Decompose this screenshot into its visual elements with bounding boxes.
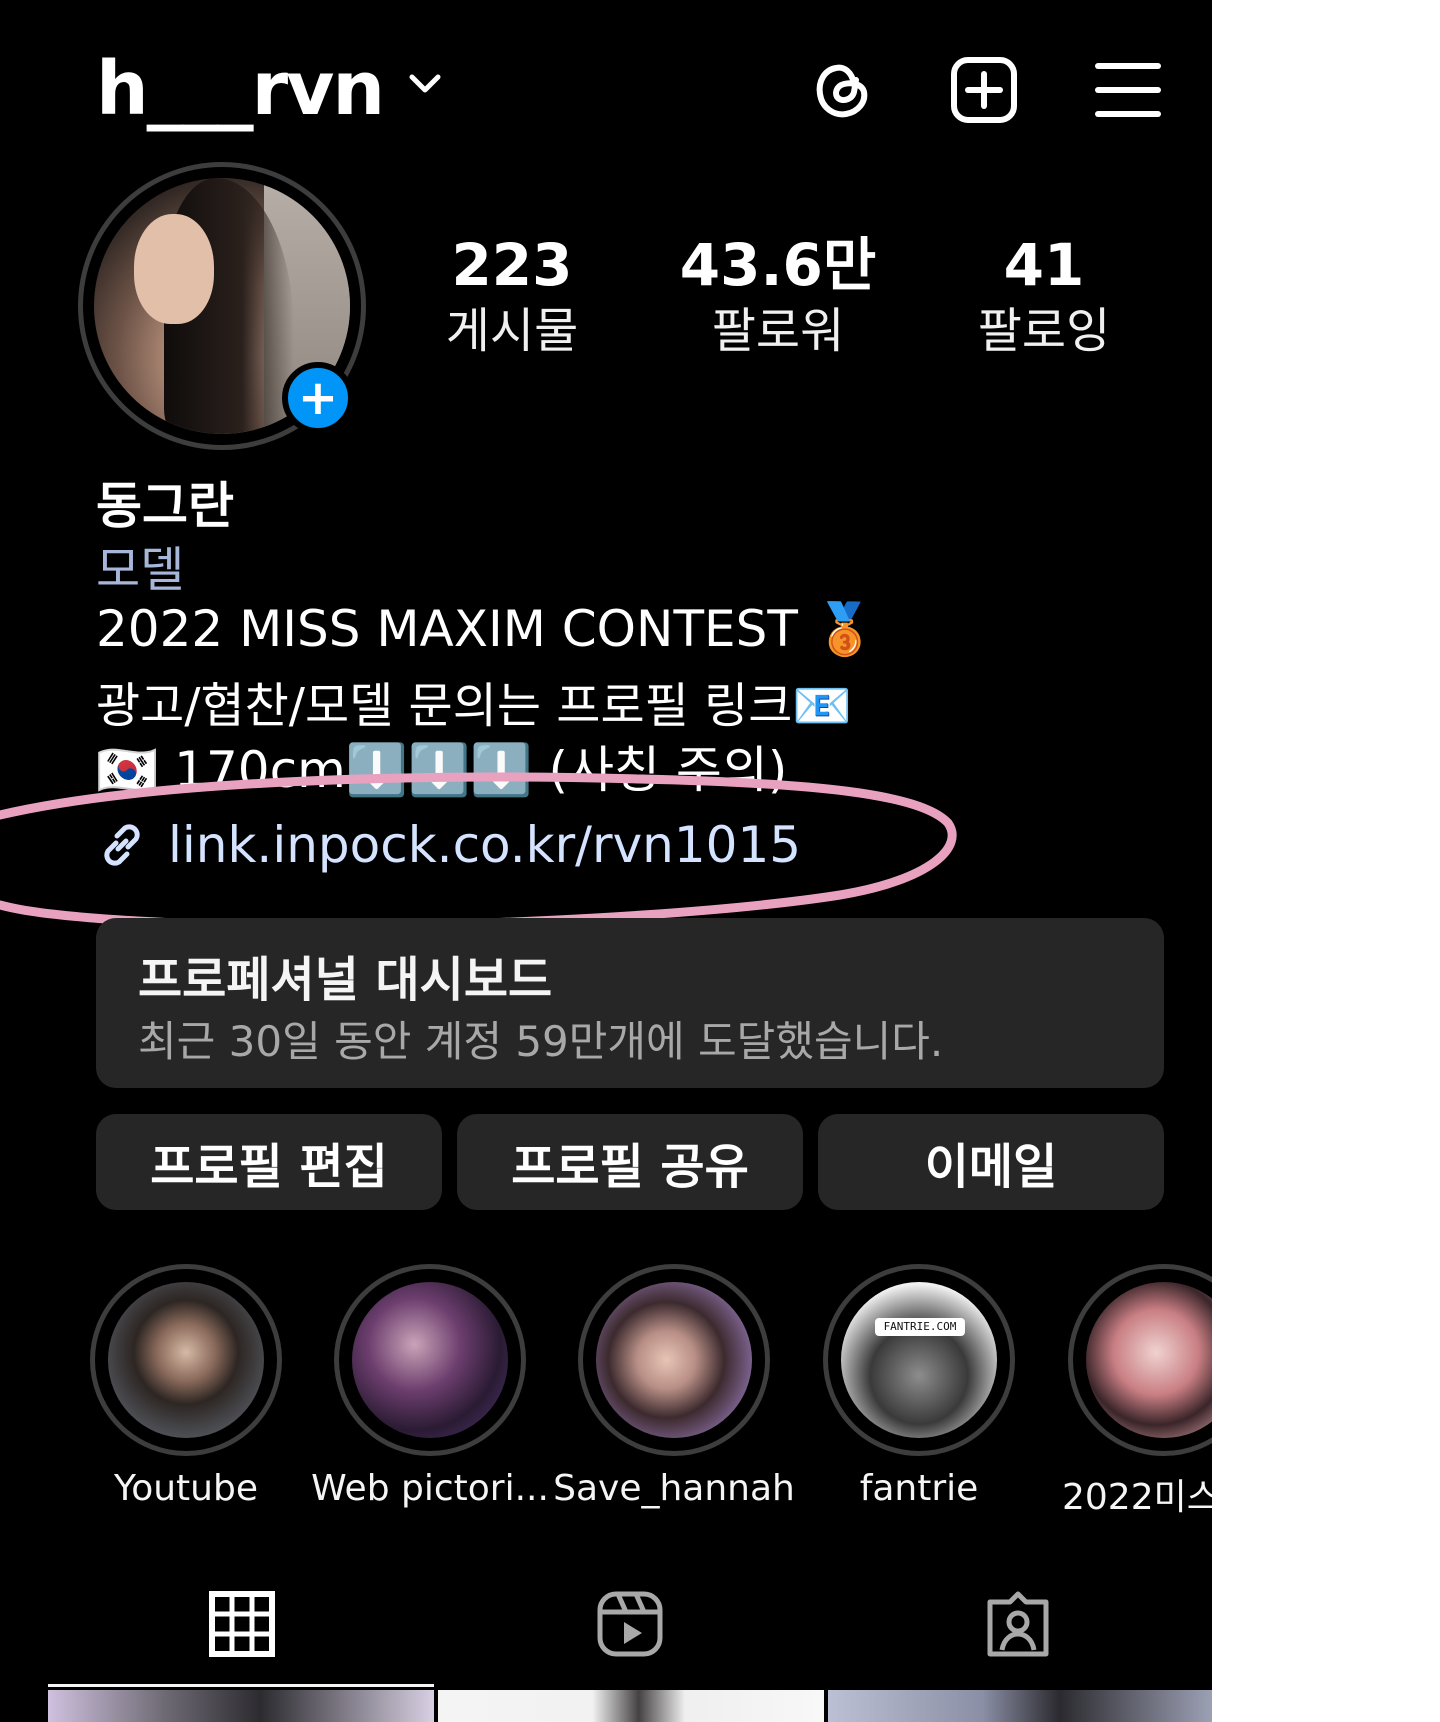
stat-posts[interactable]: 223 게시물 [392, 230, 632, 362]
dashboard-subtitle: 최근 30일 동안 계정 59만개에 도달했습니다. [138, 1017, 944, 1066]
stat-followers[interactable]: 43.6만 팔로워 [658, 230, 898, 362]
stat-following-label: 팔로잉 [977, 303, 1111, 359]
display-name: 동그란 [96, 477, 234, 535]
instagram-profile-screen: h___rvn + 223 게시물 43.6만 팔로워 41 팔로잉 동그란 모… [0, 0, 1212, 1722]
grid-tab-icon[interactable] [206, 1588, 278, 1660]
highlight-label: Save_hannah [553, 1468, 795, 1509]
add-post-icon[interactable] [948, 54, 1020, 126]
stat-following-count: 41 [1003, 231, 1085, 299]
stat-following[interactable]: 41 팔로잉 [924, 230, 1164, 362]
highlight-cover [108, 1282, 264, 1438]
bio-line: 광고/협찬/모델 문의는 프로필 링크📧 [96, 678, 853, 734]
highlight-label: 2022미스' [1062, 1477, 1212, 1518]
highlight-label: Youtube [114, 1468, 258, 1509]
account-username[interactable]: h___rvn [96, 46, 385, 132]
post-thumbnail[interactable] [438, 1690, 824, 1722]
chevron-down-icon[interactable] [408, 72, 442, 96]
professional-dashboard[interactable]: 프로페셔널 대시보드 최근 30일 동안 계정 59만개에 도달했습니다. [96, 918, 1164, 1088]
bio-line: 2022 MISS MAXIM CONTEST 🥉 [96, 600, 877, 658]
active-tab-indicator [48, 1684, 434, 1687]
email-button[interactable]: 이메일 [818, 1114, 1164, 1210]
highlight-label: fantrie [859, 1468, 979, 1509]
edit-profile-button[interactable]: 프로필 편집 [96, 1114, 442, 1210]
post-thumbnail[interactable] [48, 1690, 434, 1722]
add-story-button[interactable]: + [282, 362, 354, 434]
highlight-cover [596, 1282, 752, 1438]
profile-category: 모델 [96, 542, 185, 598]
stat-posts-label: 게시물 [445, 303, 579, 359]
stat-followers-label: 팔로워 [711, 303, 845, 359]
share-profile-button[interactable]: 프로필 공유 [457, 1114, 803, 1210]
highlight-cover: FANTRIE.COM [841, 1282, 997, 1438]
fantrie-badge: FANTRIE.COM [875, 1318, 965, 1336]
tagged-tab-icon[interactable] [982, 1588, 1054, 1660]
threads-icon[interactable] [806, 54, 878, 126]
dashboard-title: 프로페셔널 대시보드 [138, 952, 553, 1008]
stat-followers-count: 43.6만 [679, 231, 877, 299]
stat-posts-count: 223 [451, 231, 573, 299]
reels-tab-icon[interactable] [594, 1588, 666, 1660]
post-thumbnail[interactable] [828, 1690, 1212, 1722]
highlight-label: Web pictori... [311, 1468, 549, 1509]
highlight-cover [352, 1282, 508, 1438]
menu-icon[interactable] [1092, 54, 1164, 126]
